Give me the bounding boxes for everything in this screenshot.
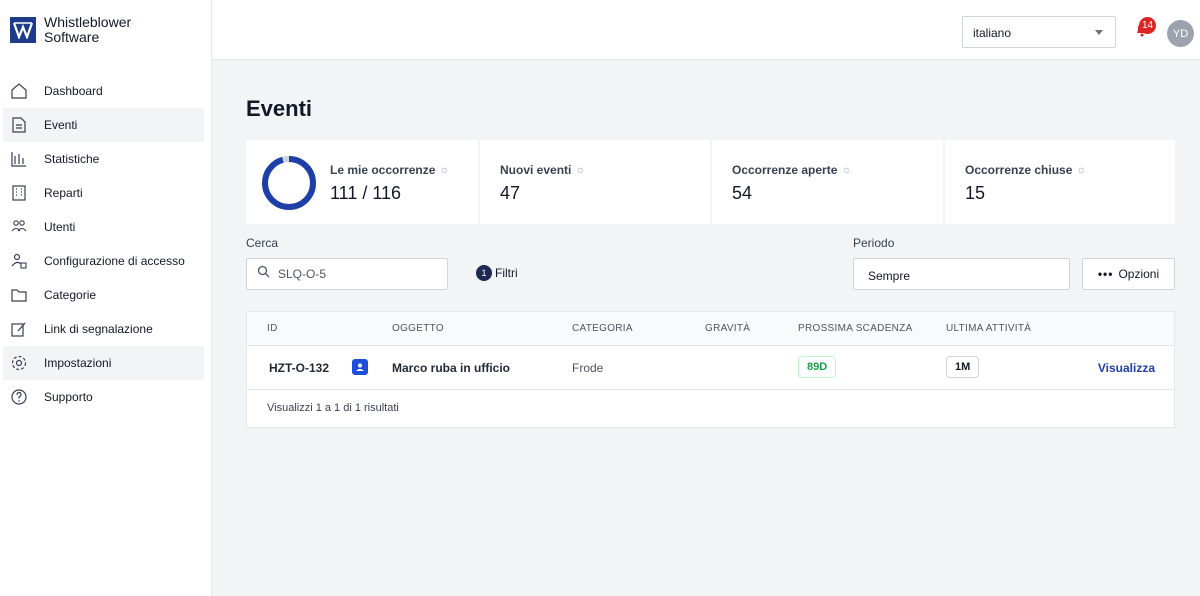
column-header-last-activity[interactable]: ULTIMA ATTIVITÀ xyxy=(946,323,1031,334)
last-activity-badge: 1M xyxy=(946,356,980,378)
sidebar-item-label: Reparti xyxy=(44,186,83,200)
search-value: SLQ-O-5 xyxy=(278,267,327,281)
page-title: Eventi xyxy=(246,96,313,121)
cell-id: HZT-O-132 xyxy=(269,361,330,375)
avatar[interactable]: YD xyxy=(1167,20,1194,47)
sidebar-item-supporto[interactable]: Supporto xyxy=(3,380,204,414)
cell-category: Frode xyxy=(572,361,604,375)
lightbulb-icon: ☼ xyxy=(841,164,852,176)
column-header-severity[interactable]: GRAVITÀ xyxy=(705,323,750,334)
sidebar-item-label: Statistiche xyxy=(44,152,100,166)
stat-value-open: 54 xyxy=(732,183,753,203)
search-label: Cerca xyxy=(246,236,279,250)
options-button[interactable]: ••• Opzioni xyxy=(1082,258,1175,290)
chart-icon xyxy=(10,150,28,168)
lightbulb-icon: ☼ xyxy=(439,164,450,176)
stat-label-closed: Occorrenze chiuse xyxy=(965,163,1073,177)
sidebar-item-dashboard[interactable]: Dashboard xyxy=(3,74,204,108)
help-icon xyxy=(10,388,28,406)
view-link[interactable]: Visualizza xyxy=(1098,361,1155,375)
column-header-id[interactable]: ID xyxy=(267,323,278,334)
sidebar-item-label: Dashboard xyxy=(44,84,103,98)
language-value: italiano xyxy=(973,26,1012,40)
more-dots-icon: ••• xyxy=(1097,267,1114,281)
sidebar-item-reparti[interactable]: Reparti xyxy=(3,176,204,210)
table-row[interactable]: HZT-O-132 Marco ruba in ufficio Frode 89… xyxy=(247,346,1174,390)
lightbulb-icon: ☼ xyxy=(575,164,586,176)
stat-value-new: 47 xyxy=(500,183,521,203)
column-header-category[interactable]: CATEGORIA xyxy=(572,323,633,334)
document-icon xyxy=(10,116,28,134)
sidebar-item-label: Supporto xyxy=(44,390,93,404)
stat-label-open: Occorrenze aperte xyxy=(732,163,838,177)
stats-panel: Le mie occorrenze ☼ 111 / 116 Nuovi event… xyxy=(246,140,1175,224)
edit-link-icon xyxy=(10,320,28,338)
events-table: ID OGGETTO CATEGORIA GRAVITÀ PROSSIMA SC… xyxy=(246,311,1175,428)
folder-icon xyxy=(10,286,28,304)
language-select[interactable]: italiano xyxy=(962,16,1116,48)
sidebar-item-label: Link di segnalazione xyxy=(44,322,153,336)
filters-count-badge: 1 xyxy=(476,265,492,281)
lightbulb-icon: ☼ xyxy=(1076,164,1087,176)
logo-icon xyxy=(10,17,36,43)
user-badge-icon xyxy=(352,359,368,375)
options-label: Opzioni xyxy=(1118,267,1160,281)
sidebar-item-label: Categorie xyxy=(44,288,97,302)
home-icon xyxy=(10,82,28,100)
stat-label-mine: Le mie occorrenze xyxy=(330,163,436,177)
sidebar-item-configurazione[interactable]: Configurazione di accesso xyxy=(3,244,204,278)
stat-card-closed: Occorrenze chiuse ☼ 15 xyxy=(945,140,1175,224)
progress-donut xyxy=(262,156,316,210)
sidebar-item-statistiche[interactable]: Statistiche xyxy=(3,142,204,176)
app-logo[interactable]: Whistleblower Software xyxy=(0,0,211,60)
filters-button[interactable]: 1 Filtri xyxy=(476,265,518,281)
stat-card-mine: Le mie occorrenze ☼ 111 / 116 xyxy=(246,140,478,224)
app-name-line2: Software xyxy=(44,29,100,45)
deadline-badge: 89D xyxy=(798,356,837,378)
app-name-line1: Whistleblower xyxy=(44,14,132,30)
building-icon xyxy=(10,184,28,202)
stat-card-new: Nuovi eventi ☼ 47 xyxy=(480,140,710,224)
sidebar-item-label: Utenti xyxy=(44,220,76,234)
gear-icon xyxy=(10,354,28,372)
notification-badge: 14 xyxy=(1139,17,1156,34)
sidebar-nav: Dashboard Eventi Statistiche Reparti Ute… xyxy=(0,74,211,414)
period-select[interactable]: Sempre xyxy=(853,258,1070,290)
stat-label-new: Nuovi eventi xyxy=(500,163,572,177)
sidebar-item-categorie[interactable]: Categorie xyxy=(3,278,204,312)
column-header-deadline[interactable]: PROSSIMA SCADENZA xyxy=(798,323,913,334)
table-footer: Visualizzi 1 a 1 di 1 risultati xyxy=(267,402,399,414)
search-icon xyxy=(257,265,270,283)
sidebar-item-impostazioni[interactable]: Impostazioni xyxy=(3,346,204,380)
sidebar-item-eventi[interactable]: Eventi xyxy=(3,108,204,142)
chevron-down-icon xyxy=(1095,30,1103,35)
users-icon xyxy=(10,218,28,236)
filters-label: Filtri xyxy=(495,266,518,280)
sidebar-item-label: Eventi xyxy=(44,118,78,132)
sidebar-item-label: Impostazioni xyxy=(44,356,112,370)
top-bar: italiano 14 YD xyxy=(212,0,1200,60)
period-label: Periodo xyxy=(853,236,895,250)
sidebar-item-label: Configurazione di accesso xyxy=(44,254,185,268)
cell-subject: Marco ruba in ufficio xyxy=(392,361,511,375)
stat-value-mine: 111 / 116 xyxy=(330,183,402,203)
table-header: ID OGGETTO CATEGORIA GRAVITÀ PROSSIMA SC… xyxy=(247,312,1174,346)
sidebar: Whistleblower Software Dashboard Eventi … xyxy=(0,0,212,596)
user-lock-icon xyxy=(10,252,28,270)
search-input[interactable]: SLQ-O-5 xyxy=(246,258,448,290)
stat-card-open: Occorrenze aperte ☼ 54 xyxy=(712,140,943,224)
sidebar-item-utenti[interactable]: Utenti xyxy=(3,210,204,244)
column-header-subject[interactable]: OGGETTO xyxy=(392,323,444,334)
sidebar-item-link[interactable]: Link di segnalazione xyxy=(3,312,204,346)
stat-value-closed: 15 xyxy=(965,183,986,203)
